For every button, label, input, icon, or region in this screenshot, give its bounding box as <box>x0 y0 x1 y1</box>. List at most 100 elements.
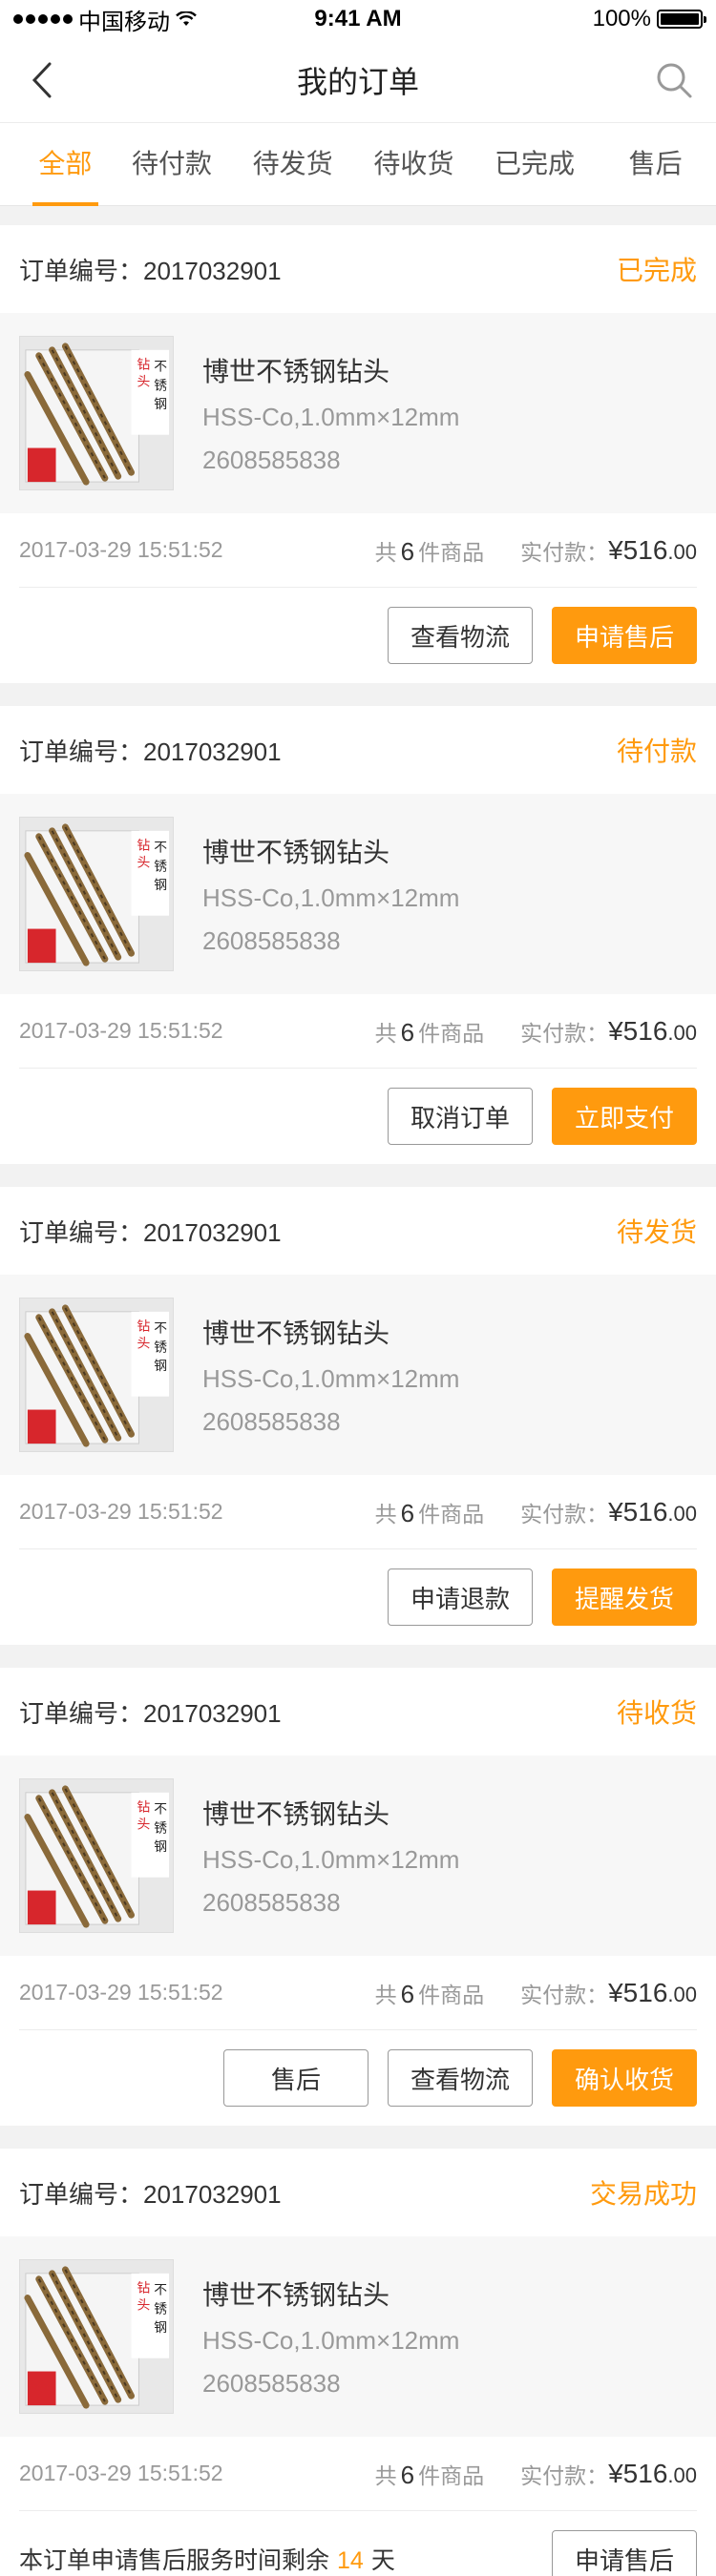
paid-label: 实付款： <box>520 539 609 565</box>
order-list: 订单编号：2017032901 已完成 钻 头 不 锈 钢 博世不锈钢钻头 HS… <box>0 206 716 2576</box>
item-count: 共 6 件商品 <box>374 1979 485 2008</box>
order-action-button[interactable]: 确认收货 <box>552 2049 697 2107</box>
order-header: 订单编号：2017032901 交易成功 <box>0 2149 716 2236</box>
order-product[interactable]: 钻 头 不 锈 钢 博世不锈钢钻头 HSS-Co,1.0mm×12mm 2608… <box>0 313 716 513</box>
order-summary: 2017-03-29 15:51:52 共 6 件商品 实付款： ¥516.00 <box>19 1475 697 1549</box>
order-product[interactable]: 钻 头 不 锈 钢 博世不锈钢钻头 HSS-Co,1.0mm×12mm 2608… <box>0 1755 716 1956</box>
order-card: 订单编号：2017032901 已完成 钻 头 不 锈 钢 博世不锈钢钻头 HS… <box>0 225 716 683</box>
order-header: 订单编号：2017032901 待发货 <box>0 1187 716 1275</box>
product-sku: 2608585838 <box>202 926 341 955</box>
svg-text:锈: 锈 <box>154 378 167 393</box>
product-spec: HSS-Co,1.0mm×12mm <box>202 403 460 431</box>
product-name: 博世不锈钢钻头 <box>202 838 390 867</box>
product-info: 博世不锈钢钻头 HSS-Co,1.0mm×12mm 2608585838 <box>202 351 459 475</box>
product-sku: 2608585838 <box>202 1407 341 1436</box>
order-header: 订单编号：2017032901 待付款 <box>0 706 716 794</box>
order-time: 2017-03-29 15:51:52 <box>19 1980 223 2005</box>
product-name: 博世不锈钢钻头 <box>202 1799 390 1829</box>
order-summary: 2017-03-29 15:51:52 共 6 件商品 实付款： ¥516.00 <box>19 994 697 1069</box>
svg-text:不: 不 <box>154 1321 167 1337</box>
svg-text:头: 头 <box>137 1336 150 1351</box>
status-time: 9:41 AM <box>314 6 402 31</box>
order-status: 待发货 <box>616 1217 697 1247</box>
order-number: 订单编号：2017032901 <box>19 1698 282 1728</box>
order-card: 订单编号：2017032901 待收货 钻 头 不 锈 钢 博世不锈钢钻头 HS… <box>0 1668 716 2126</box>
order-actions: 本订单申请售后服务时间剩余 14 天 申请售后 <box>0 2511 716 2576</box>
paid-label: 实付款： <box>520 1020 609 1046</box>
order-tabs: 全部 待付款 待发货 待收货 已完成 售后 <box>0 122 716 206</box>
order-status: 待收货 <box>616 1698 697 1728</box>
paid-amount: ¥516.00 <box>608 1015 697 1046</box>
order-action-button[interactable]: 售后 <box>223 2049 369 2107</box>
chevron-left-icon <box>32 62 52 98</box>
paid-amount: ¥516.00 <box>608 1496 697 1527</box>
product-info: 博世不锈钢钻头 HSS-Co,1.0mm×12mm 2608585838 <box>202 832 459 956</box>
svg-text:头: 头 <box>137 1817 150 1832</box>
back-button[interactable] <box>23 61 61 99</box>
svg-text:头: 头 <box>137 2297 150 2313</box>
svg-text:头: 头 <box>137 374 150 389</box>
order-action-button[interactable]: 立即支付 <box>552 1088 697 1145</box>
tab-4[interactable]: 已完成 <box>474 122 596 206</box>
order-summary: 2017-03-29 15:51:52 共 6 件商品 实付款： ¥516.00 <box>19 1956 697 2030</box>
drill-bit-product-image: 钻 头 不 锈 钢 <box>20 1779 173 1932</box>
order-product[interactable]: 钻 头 不 锈 钢 博世不锈钢钻头 HSS-Co,1.0mm×12mm 2608… <box>0 2236 716 2437</box>
signal-area: 中国移动 <box>13 3 197 36</box>
tab-0[interactable]: 全部 <box>19 122 112 206</box>
order-action-button[interactable]: 取消订单 <box>388 1088 533 1145</box>
product-sku: 2608585838 <box>202 1888 341 1917</box>
order-action-button[interactable]: 申请售后 <box>552 2530 697 2576</box>
paid-amount: ¥516.00 <box>608 2458 697 2488</box>
product-info: 博世不锈钢钻头 HSS-Co,1.0mm×12mm 2608585838 <box>202 1794 459 1918</box>
svg-text:不: 不 <box>154 360 167 375</box>
order-actions: 查看物流 申请售后 <box>0 588 716 683</box>
svg-text:钢: 钢 <box>154 2320 167 2336</box>
order-action-button[interactable]: 申请退款 <box>388 1568 533 1626</box>
drill-bit-product-image: 钻 头 不 锈 钢 <box>20 337 173 489</box>
svg-text:钢: 钢 <box>154 1359 167 1374</box>
tab-1[interactable]: 待付款 <box>112 122 233 206</box>
order-number: 订单编号：2017032901 <box>19 1217 282 1247</box>
page-title: 我的订单 <box>296 65 419 99</box>
product-name: 博世不锈钢钻头 <box>202 1319 390 1348</box>
svg-text:锈: 锈 <box>154 2301 167 2316</box>
order-product[interactable]: 钻 头 不 锈 钢 博世不锈钢钻头 HSS-Co,1.0mm×12mm 2608… <box>0 794 716 994</box>
search-button[interactable] <box>653 59 695 101</box>
svg-text:钻: 钻 <box>137 358 150 373</box>
order-number: 订单编号：2017032901 <box>19 256 282 285</box>
order-action-button[interactable]: 查看物流 <box>388 2049 533 2107</box>
order-action-button[interactable]: 申请售后 <box>552 607 697 664</box>
svg-text:不: 不 <box>154 841 167 856</box>
order-header: 订单编号：2017032901 待收货 <box>0 1668 716 1755</box>
after-sale-notice: 本订单申请售后服务时间剩余 14 天 <box>19 2547 395 2574</box>
order-action-button[interactable]: 提醒发货 <box>552 1568 697 1626</box>
paid-label: 实付款： <box>520 1501 609 1527</box>
order-action-button[interactable]: 查看物流 <box>388 607 533 664</box>
product-sku: 2608585838 <box>202 446 341 474</box>
order-time: 2017-03-29 15:51:52 <box>19 1499 223 1524</box>
order-card: 订单编号：2017032901 交易成功 钻 头 不 锈 钢 博世不锈钢钻头 H… <box>0 2149 716 2576</box>
tab-2[interactable]: 待发货 <box>232 122 353 206</box>
paid-label: 实付款： <box>520 2462 609 2488</box>
order-product[interactable]: 钻 头 不 锈 钢 博世不锈钢钻头 HSS-Co,1.0mm×12mm 2608… <box>0 1275 716 1475</box>
battery-area: 100% <box>592 6 706 32</box>
item-count: 共 6 件商品 <box>374 1017 485 1047</box>
svg-text:锈: 锈 <box>154 1340 167 1355</box>
svg-text:钻: 钻 <box>137 839 150 854</box>
drill-bit-product-image: 钻 头 不 锈 钢 <box>20 2260 173 2413</box>
item-count: 共 6 件商品 <box>374 536 485 566</box>
tab-5[interactable]: 售后 <box>595 122 716 206</box>
svg-text:钢: 钢 <box>154 397 167 412</box>
svg-text:不: 不 <box>154 2283 167 2298</box>
drill-bit-product-image: 钻 头 不 锈 钢 <box>20 1298 173 1451</box>
order-actions: 售后 查看物流 确认收货 <box>0 2030 716 2126</box>
battery-percent: 100% <box>592 6 651 31</box>
order-card: 订单编号：2017032901 待付款 钻 头 不 锈 钢 博世不锈钢钻头 HS… <box>0 706 716 1164</box>
order-card: 订单编号：2017032901 待发货 钻 头 不 锈 钢 博世不锈钢钻头 HS… <box>0 1187 716 1645</box>
paid-amount: ¥516.00 <box>608 534 697 565</box>
product-info: 博世不锈钢钻头 HSS-Co,1.0mm×12mm 2608585838 <box>202 2275 459 2399</box>
battery-icon <box>657 10 706 29</box>
order-summary: 2017-03-29 15:51:52 共 6 件商品 实付款： ¥516.00 <box>19 2437 697 2511</box>
svg-text:锈: 锈 <box>154 1820 167 1836</box>
tab-3[interactable]: 待收货 <box>353 122 474 206</box>
